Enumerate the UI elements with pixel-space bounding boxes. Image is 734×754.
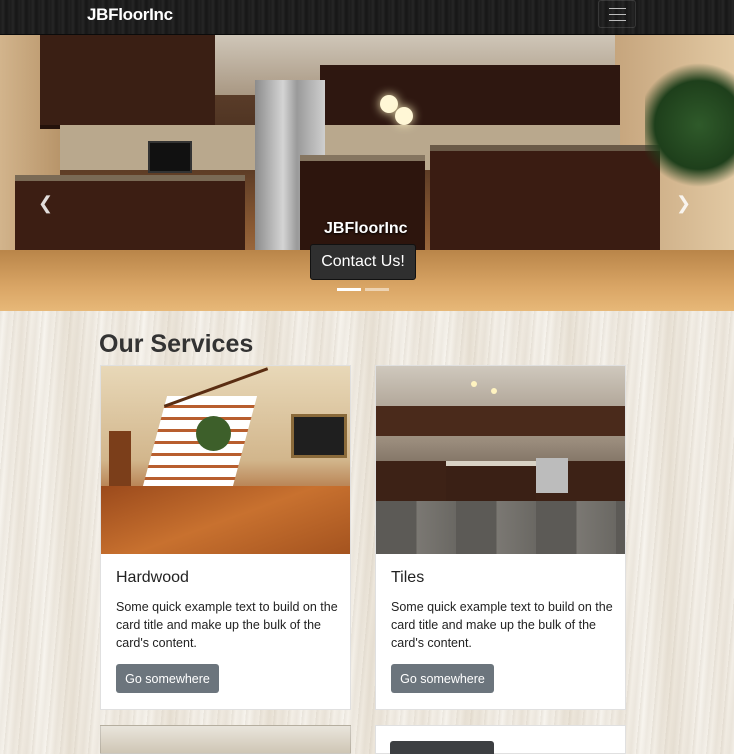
service-card-hardwood: Hardwood Some quick example text to buil… [100, 365, 351, 710]
navbar-brand[interactable]: JBFloorInc [87, 5, 173, 25]
section-title: Our Services [99, 330, 254, 358]
navbar: JBFloorInc [0, 0, 734, 35]
go-somewhere-button[interactable]: Go somewhere [391, 664, 494, 693]
card-text: Some quick example text to build on the … [116, 600, 338, 650]
service-card-partial-image [100, 725, 351, 754]
service-card-tiles: Tiles Some quick example text to build o… [375, 365, 626, 710]
hamburger-icon[interactable] [598, 0, 636, 28]
hardwood-image [101, 366, 350, 554]
card-text: Some quick example text to build on the … [391, 600, 613, 650]
contact-us-button[interactable]: Contact Us! [310, 244, 416, 280]
go-somewhere-button[interactable]: Go somewhere [116, 664, 219, 693]
card-title: Hardwood [116, 569, 189, 586]
hero-caption: JBFloorInc [324, 220, 408, 237]
partial-card-button[interactable] [390, 741, 494, 754]
carousel-indicator-2[interactable] [365, 288, 389, 291]
card-title: Tiles [391, 569, 425, 586]
tiles-image [376, 366, 625, 554]
carousel-indicator-1[interactable] [337, 288, 361, 291]
chevron-left-icon[interactable]: ❮ [38, 193, 53, 214]
chevron-right-icon[interactable]: ❯ [676, 193, 691, 214]
